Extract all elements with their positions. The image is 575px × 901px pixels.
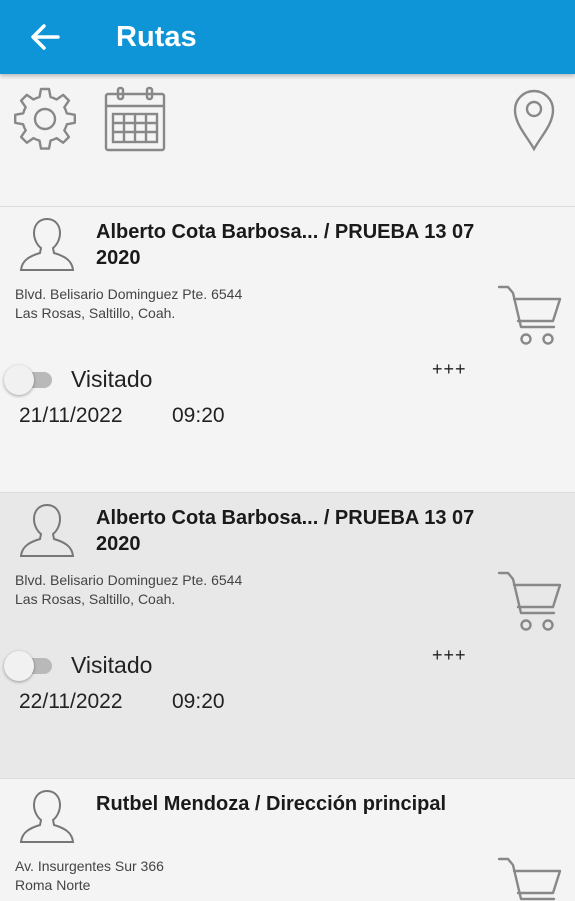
- route-address: Av. Insurgentes Sur 366 Roma Norte: [15, 857, 164, 895]
- user-icon: [19, 503, 75, 557]
- route-date: 21/11/2022: [19, 404, 123, 427]
- route-time: 09:20: [172, 690, 225, 713]
- shopping-cart-icon[interactable]: [496, 855, 564, 901]
- address-line-1: Blvd. Belisario Dominguez Pte. 6544: [15, 572, 243, 588]
- user-icon: [19, 217, 75, 271]
- route-time: 09:20: [172, 404, 225, 427]
- toggle-thumb: [4, 651, 34, 681]
- toolbar: [0, 74, 575, 206]
- calendar-icon[interactable]: [104, 86, 166, 152]
- app-bar: Rutas: [0, 0, 575, 74]
- route-card[interactable]: Alberto Cota Barbosa... / PRUEBA 13 07 2…: [0, 493, 575, 779]
- route-address: Blvd. Belisario Dominguez Pte. 6544 Las …: [15, 285, 242, 323]
- route-title: Alberto Cota Barbosa... / PRUEBA 13 07 2…: [96, 221, 475, 269]
- visited-label: Visitado: [71, 652, 153, 678]
- route-list: Alberto Cota Barbosa... / PRUEBA 13 07 2…: [0, 206, 575, 901]
- shopping-cart-icon[interactable]: [496, 283, 564, 351]
- arrow-left-icon[interactable]: [28, 20, 62, 54]
- more-button[interactable]: +++: [432, 645, 467, 666]
- route-title: Rutbel Mendoza / Dirección principal: [96, 793, 447, 815]
- address-line-2: Las Rosas, Saltillo, Coah.: [15, 305, 176, 321]
- page-title: Rutas: [116, 21, 197, 53]
- address-line-1: Av. Insurgentes Sur 366: [15, 858, 164, 874]
- route-date: 22/11/2022: [19, 690, 123, 713]
- visited-toggle[interactable]: [4, 651, 54, 681]
- gear-icon[interactable]: [12, 86, 78, 152]
- route-card[interactable]: Rutbel Mendoza / Dirección principal Av.…: [0, 779, 575, 901]
- address-line-2: Roma Norte: [15, 877, 91, 893]
- shopping-cart-icon[interactable]: [496, 569, 564, 637]
- address-line-1: Blvd. Belisario Dominguez Pte. 6544: [15, 286, 243, 302]
- toggle-thumb: [4, 365, 34, 395]
- address-line-2: Las Rosas, Saltillo, Coah.: [15, 591, 176, 607]
- visited-label: Visitado: [71, 366, 153, 392]
- visited-toggle[interactable]: [4, 365, 54, 395]
- route-title: Alberto Cota Barbosa... / PRUEBA 13 07 2…: [96, 507, 475, 555]
- route-address: Blvd. Belisario Dominguez Pte. 6544 Las …: [15, 571, 242, 609]
- more-button[interactable]: +++: [432, 359, 467, 380]
- user-icon: [19, 789, 75, 843]
- route-card[interactable]: Alberto Cota Barbosa... / PRUEBA 13 07 2…: [0, 207, 575, 493]
- map-pin-icon[interactable]: [512, 88, 556, 152]
